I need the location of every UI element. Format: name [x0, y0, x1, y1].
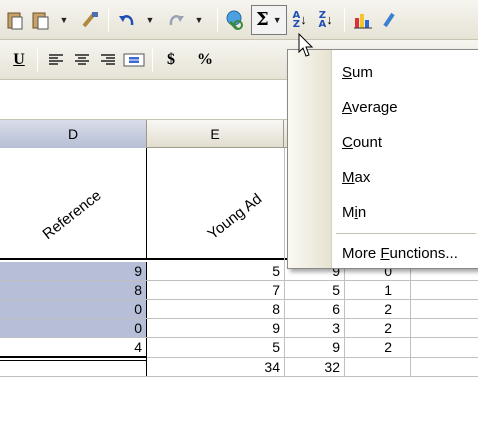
- chart-wizard-icon[interactable]: [352, 7, 374, 33]
- young-adults-header[interactable]: Young Ad: [205, 190, 266, 243]
- toolbar-separator: [343, 7, 345, 32]
- percent-button[interactable]: %: [194, 47, 216, 73]
- cell-g2[interactable]: 1: [344, 281, 410, 299]
- align-left-icon[interactable]: [45, 47, 67, 73]
- cell-f4[interactable]: 3: [284, 319, 344, 337]
- cell-d5[interactable]: 4: [0, 338, 146, 356]
- cell-f2[interactable]: 5: [284, 281, 344, 299]
- cell-f5[interactable]: 9: [284, 338, 344, 356]
- underline-button[interactable]: U: [8, 47, 30, 73]
- align-center-icon[interactable]: [71, 47, 93, 73]
- sort-descending-icon[interactable]: Z A ↓: [315, 7, 337, 33]
- autosum-dropdown-arrow[interactable]: ▼: [273, 15, 282, 25]
- sort-ascending-icon[interactable]: A Z ↓: [289, 7, 311, 33]
- toolbar-separator: [37, 47, 38, 72]
- cell-e4[interactable]: 9: [147, 319, 284, 337]
- paste-icon[interactable]: [4, 7, 26, 33]
- gridline: [0, 337, 478, 338]
- cell-d1[interactable]: 9: [0, 262, 146, 280]
- cell-f3[interactable]: 6: [284, 300, 344, 318]
- gridline: [0, 318, 478, 319]
- gridline: [0, 299, 478, 300]
- menu-icon-bar: [288, 50, 332, 268]
- redo-icon[interactable]: [165, 7, 187, 33]
- cell-g4[interactable]: 2: [344, 319, 410, 337]
- gridline: [284, 148, 285, 377]
- double-border: [0, 356, 146, 358]
- standard-toolbar: ▼ ▼ ▼ Σ ▼ A Z ↓ Z A ↓: [0, 0, 478, 40]
- menu-separator: [336, 233, 476, 234]
- autosum-button[interactable]: Σ ▼: [251, 4, 287, 35]
- column-header-e[interactable]: E: [147, 120, 284, 148]
- paste-dropdown-arrow[interactable]: ▼: [53, 7, 75, 33]
- cell-d4[interactable]: 0: [0, 319, 146, 337]
- cell-e-total[interactable]: 34: [147, 358, 284, 376]
- format-painter-icon[interactable]: [79, 7, 101, 33]
- gridline: [0, 376, 478, 377]
- merge-center-icon[interactable]: [123, 47, 145, 73]
- menu-item-more-functions[interactable]: More Functions...: [342, 243, 458, 265]
- column-header-d[interactable]: D: [0, 120, 147, 148]
- drawing-icon[interactable]: [378, 7, 400, 33]
- menu-item-max[interactable]: Max: [342, 167, 370, 189]
- autosum-menu: Sum Average Count Max Min More Functions…: [287, 49, 478, 269]
- cell-e5[interactable]: 5: [147, 338, 284, 356]
- cell-g3[interactable]: 2: [344, 300, 410, 318]
- toolbar-separator: [108, 7, 109, 32]
- cell-d3[interactable]: 0: [0, 300, 146, 318]
- autosum-icon: Σ: [256, 9, 269, 30]
- toolbar-separator: [217, 7, 218, 32]
- double-border: [0, 360, 146, 361]
- hyperlink-icon[interactable]: [225, 7, 247, 33]
- undo-dropdown-arrow[interactable]: ▼: [139, 7, 161, 33]
- gridline: [147, 357, 478, 358]
- cell-e3[interactable]: 8: [147, 300, 284, 318]
- currency-button[interactable]: $: [160, 47, 182, 73]
- toolbar-separator: [152, 47, 153, 72]
- cell-f-total[interactable]: 32: [284, 358, 344, 376]
- menu-item-sum[interactable]: Sum: [342, 62, 373, 84]
- align-right-icon[interactable]: [97, 47, 119, 73]
- gridline: [0, 280, 478, 281]
- cell-d2[interactable]: 8: [0, 281, 146, 299]
- mouse-cursor-icon: [298, 33, 314, 57]
- paste-icon-2[interactable]: [30, 7, 52, 33]
- cell-e2[interactable]: 7: [147, 281, 284, 299]
- reference-header[interactable]: Reference: [40, 187, 105, 243]
- menu-item-average[interactable]: Average: [342, 97, 398, 119]
- redo-dropdown-arrow[interactable]: ▼: [188, 7, 210, 33]
- cell-e1[interactable]: 5: [147, 262, 284, 280]
- menu-item-count[interactable]: Count: [342, 132, 382, 154]
- column-border: [146, 148, 147, 260]
- undo-icon[interactable]: [116, 7, 138, 33]
- cell-g5[interactable]: 2: [344, 338, 410, 356]
- menu-item-min[interactable]: Min: [342, 202, 366, 224]
